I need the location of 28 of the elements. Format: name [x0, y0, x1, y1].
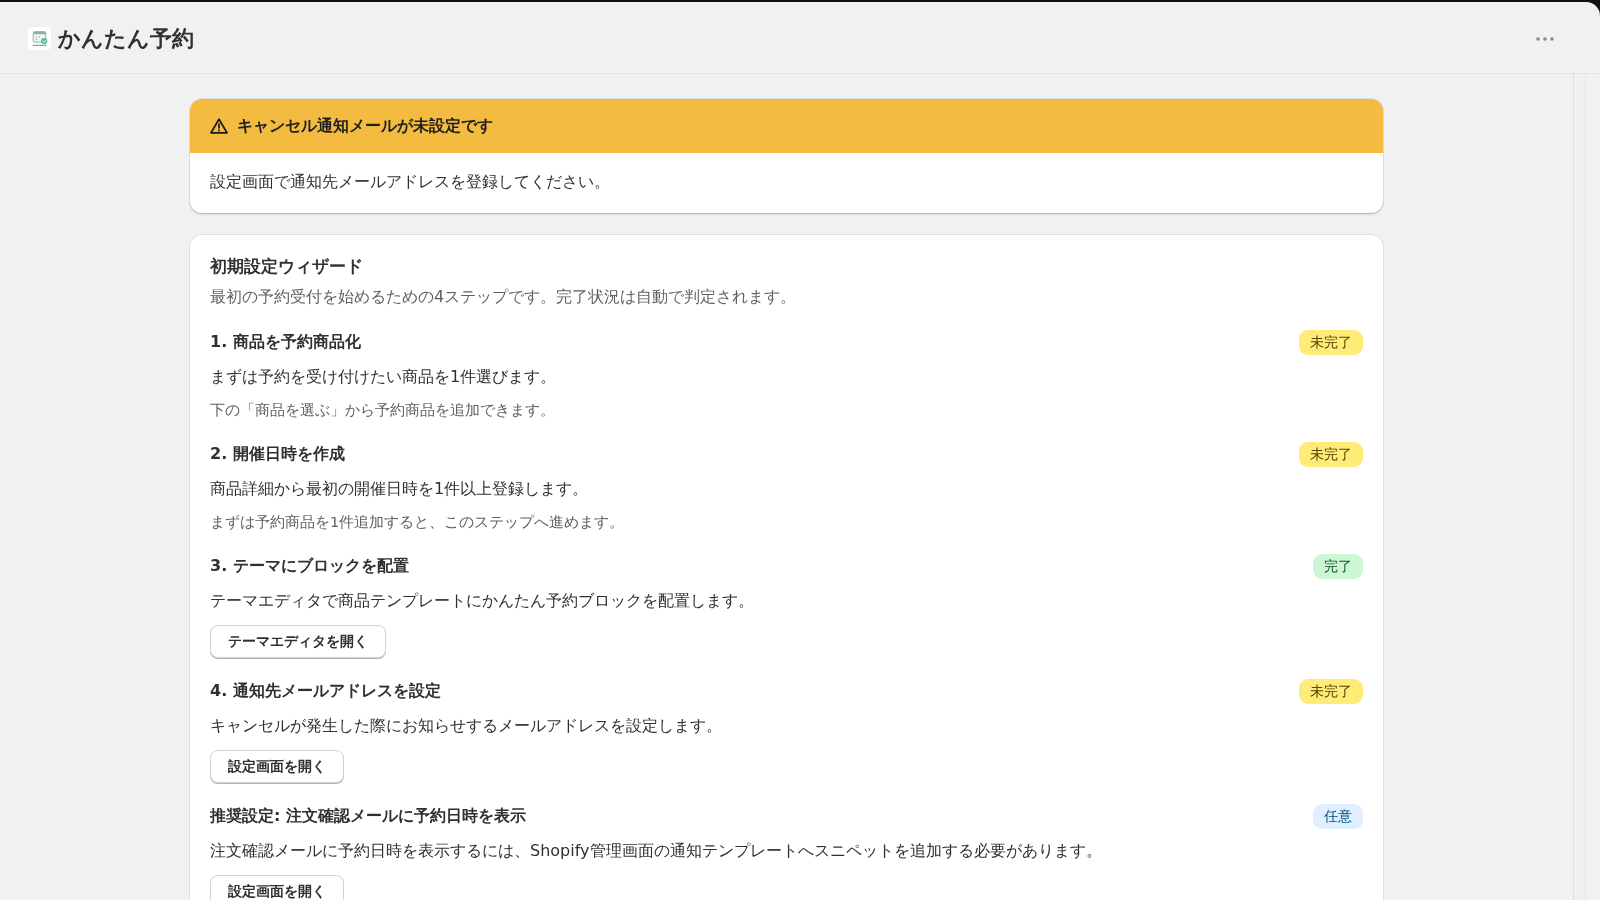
open-button[interactable]: テーマエディタを開く	[210, 625, 386, 658]
step-title: 推奨設定: 注文確認メールに予約日時を表示	[210, 805, 526, 827]
more-menu-icon[interactable]	[1536, 36, 1554, 41]
app-title: かんたん予約	[58, 24, 194, 53]
step-note: まずは予約商品を1件追加すると、このステップへ進めます。	[210, 513, 626, 532]
status-badge: 未完了	[1299, 329, 1363, 355]
step-title: 2. 開催日時を作成	[210, 443, 345, 465]
banner-message: 設定画面で通知先メールアドレスを登録してください。	[210, 172, 610, 191]
status-badge: 未完了	[1299, 678, 1363, 704]
step-note: 下の「商品を選ぶ」から予約商品を追加できます。	[210, 401, 556, 420]
step-description: 注文確認メールに予約日時を表示するには、Shopify管理画面の通知テンプレートへスニペットを追加する必要があります。	[210, 840, 1103, 862]
step-title: 3. テーマにブロックを配置	[210, 555, 409, 577]
wizard-title: 初期設定ウィザード	[210, 256, 364, 278]
step-description: キャンセルが発生した際にお知らせするメールアドレスを設定します。	[210, 715, 723, 737]
step-title: 1. 商品を予約商品化	[210, 331, 361, 353]
calendar-app-icon	[28, 27, 51, 50]
step-description: まずは予約を受け付けたい商品を1件選びます。	[210, 366, 558, 388]
status-badge: 未完了	[1299, 441, 1363, 467]
status-badge: 完了	[1313, 553, 1363, 579]
open-button[interactable]: 設定画面を開く	[210, 875, 344, 900]
step-title: 4. 通知先メールアドレスを設定	[210, 680, 441, 702]
warning-icon	[210, 118, 228, 134]
banner-title: キャンセル通知メールが未設定です	[237, 115, 493, 137]
open-button[interactable]: 設定画面を開く	[210, 750, 344, 783]
wizard-subtitle: 最初の予約受付を始めるための4ステップです。完了状況は自動で判定されます。	[210, 286, 798, 308]
step-description: テーマエディタで商品テンプレートにかんたん予約ブロックを配置します。	[210, 590, 755, 612]
status-badge: 任意	[1313, 803, 1363, 829]
step-description: 商品詳細から最初の開催日時を1件以上登録します。	[210, 478, 590, 500]
